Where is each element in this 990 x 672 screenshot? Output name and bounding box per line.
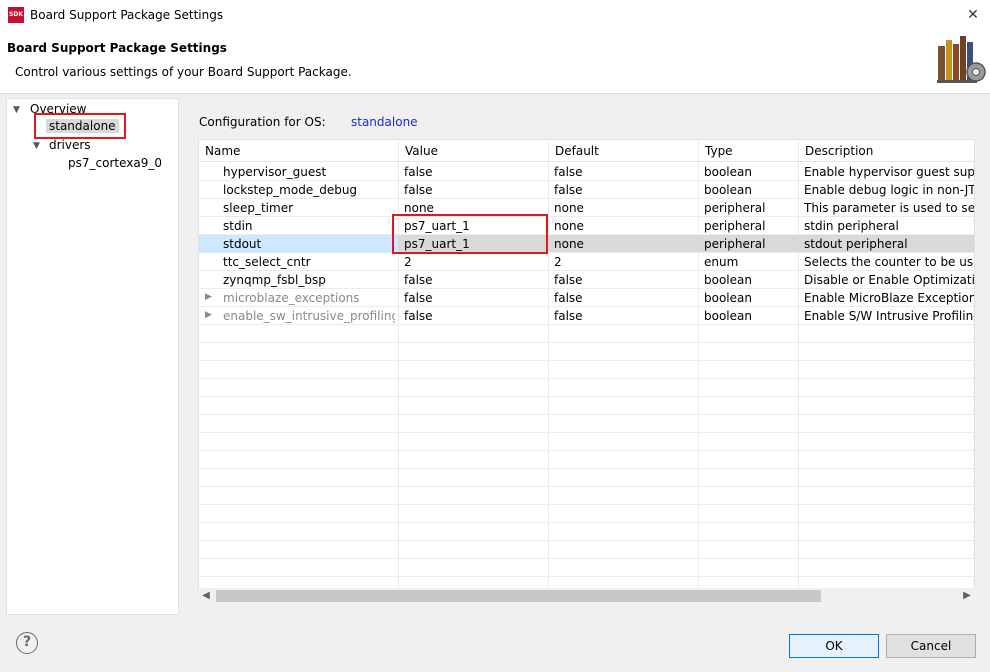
cell-description: Selects the counter to be use [804, 255, 975, 269]
cell-name: lockstep_mode_debug [223, 183, 358, 197]
cell-default: 2 [554, 255, 562, 269]
column-header-description[interactable]: Description [805, 144, 873, 158]
cell-type: enum [704, 255, 739, 269]
cancel-button[interactable]: Cancel [886, 634, 976, 658]
cell-value[interactable]: none [404, 201, 544, 215]
cell-type: boolean [704, 291, 752, 305]
header-description: Control various settings of your Board S… [15, 65, 352, 79]
cell-description: stdin peripheral [804, 219, 899, 233]
empty-row [199, 469, 974, 487]
empty-row [199, 505, 974, 523]
cell-default: none [554, 201, 584, 215]
empty-row [199, 325, 974, 343]
cell-type: boolean [704, 309, 752, 323]
close-icon[interactable]: ✕ [960, 2, 986, 28]
chevron-down-icon[interactable]: ▼ [33, 141, 43, 151]
column-header-default[interactable]: Default [555, 144, 599, 158]
cell-value[interactable]: false [404, 309, 544, 323]
cell-description: Enable hypervisor guest supp [804, 165, 975, 179]
chevron-right-icon[interactable]: ▶ [205, 292, 212, 302]
cell-default: false [554, 165, 583, 179]
table-row[interactable]: ▶ microblaze_exceptions false false bool… [199, 289, 975, 307]
config-os-value: standalone [351, 115, 418, 129]
table-row[interactable]: ▶ enable_sw_intrusive_profiling false fa… [199, 307, 975, 325]
cell-type: boolean [704, 273, 752, 287]
cell-name: enable_sw_intrusive_profiling [223, 309, 395, 323]
cell-description: Enable MicroBlaze Exceptions [804, 291, 975, 305]
empty-row [199, 361, 974, 379]
cell-name: hypervisor_guest [223, 165, 327, 179]
cell-value[interactable]: false [404, 273, 544, 287]
empty-row [199, 559, 974, 577]
empty-row [199, 379, 974, 397]
table-row[interactable]: sleep_timer none none peripheral This pa… [199, 199, 975, 217]
cell-name: zynqmp_fsbl_bsp [223, 273, 326, 287]
scroll-left-icon[interactable]: ◀ [198, 588, 214, 604]
empty-row [199, 397, 974, 415]
config-label: Configuration for OS: [199, 115, 326, 129]
column-header-type[interactable]: Type [705, 144, 733, 158]
table-row[interactable]: hypervisor_guest false false boolean Ena… [199, 163, 975, 181]
sdk-app-icon: SDK [8, 7, 24, 23]
empty-row [199, 487, 974, 505]
table-row[interactable]: stdin ps7_uart_1 none peripheral stdin p… [199, 217, 974, 235]
empty-row [199, 541, 974, 559]
value-highlight-box [392, 214, 548, 254]
table-row[interactable]: ttc_select_cntr 2 2 enum Selects the cou… [199, 253, 975, 271]
table-header: Name Value Default Type Description [199, 140, 974, 162]
settings-table: Name Value Default Type Description hype… [198, 139, 975, 603]
table-row[interactable]: lockstep_mode_debug false false boolean … [199, 181, 975, 199]
empty-row [199, 415, 974, 433]
cell-value[interactable]: false [404, 291, 544, 305]
bsp-tree: ▼ Overview standalone ▼ drivers ps7_cort… [6, 98, 179, 615]
column-header-value[interactable]: Value [405, 144, 438, 158]
table-row-selected[interactable]: stdout ps7_uart_1 none peripheral stdout… [199, 235, 974, 253]
horizontal-scrollbar[interactable]: ◀ ▶ [198, 588, 975, 604]
table-row[interactable]: zynqmp_fsbl_bsp false false boolean Disa… [199, 271, 975, 289]
cell-name: sleep_timer [223, 201, 294, 215]
title-bar: SDK Board Support Package Settings ✕ [0, 0, 990, 31]
scrollbar-thumb[interactable] [216, 590, 821, 602]
empty-row [199, 451, 974, 469]
cell-type: peripheral [704, 219, 766, 233]
window-title: Board Support Package Settings [30, 8, 224, 22]
cell-default: false [554, 309, 583, 323]
cell-name: microblaze_exceptions [223, 291, 360, 305]
cell-name: ttc_select_cntr [223, 255, 311, 269]
cell-default: none [554, 219, 584, 233]
chevron-down-icon[interactable]: ▼ [13, 105, 23, 115]
chevron-right-icon[interactable]: ▶ [205, 310, 212, 320]
cell-default: false [554, 273, 583, 287]
cell-type: peripheral [704, 201, 766, 215]
help-icon[interactable]: ? [16, 632, 38, 654]
cell-value[interactable]: false [404, 183, 544, 197]
empty-row [199, 433, 974, 451]
cell-default: none [554, 237, 584, 251]
standalone-highlight-box [34, 113, 126, 139]
empty-row [199, 343, 974, 361]
cell-description: Disable or Enable Optimizatio [804, 273, 975, 287]
cell-type: boolean [704, 165, 752, 179]
cell-type: peripheral [704, 237, 766, 251]
cell-default: false [554, 183, 583, 197]
cell-description: Enable S/W Intrusive Profiling [804, 309, 975, 323]
tree-item-drivers[interactable]: drivers [49, 138, 91, 152]
column-header-name[interactable]: Name [205, 144, 240, 158]
cell-type: boolean [704, 183, 752, 197]
header-title: Board Support Package Settings [7, 41, 227, 55]
empty-row [199, 523, 974, 541]
cell-description: stdout peripheral [804, 237, 908, 251]
cell-description: This parameter is used to sel [804, 201, 975, 215]
cell-value[interactable]: 2 [404, 255, 544, 269]
cell-name: stdout [223, 237, 262, 251]
cell-default: false [554, 291, 583, 305]
dialog-header: Board Support Package Settings Control v… [0, 31, 990, 94]
books-gear-icon [937, 36, 986, 83]
scroll-right-icon[interactable]: ▶ [959, 588, 975, 604]
cell-description: Enable debug logic in non-JTA [804, 183, 975, 197]
cell-name: stdin [223, 219, 253, 233]
ok-button[interactable]: OK [789, 634, 879, 658]
tree-item-ps7-cortexa9-0[interactable]: ps7_cortexa9_0 [68, 156, 162, 170]
cell-value[interactable]: false [404, 165, 544, 179]
